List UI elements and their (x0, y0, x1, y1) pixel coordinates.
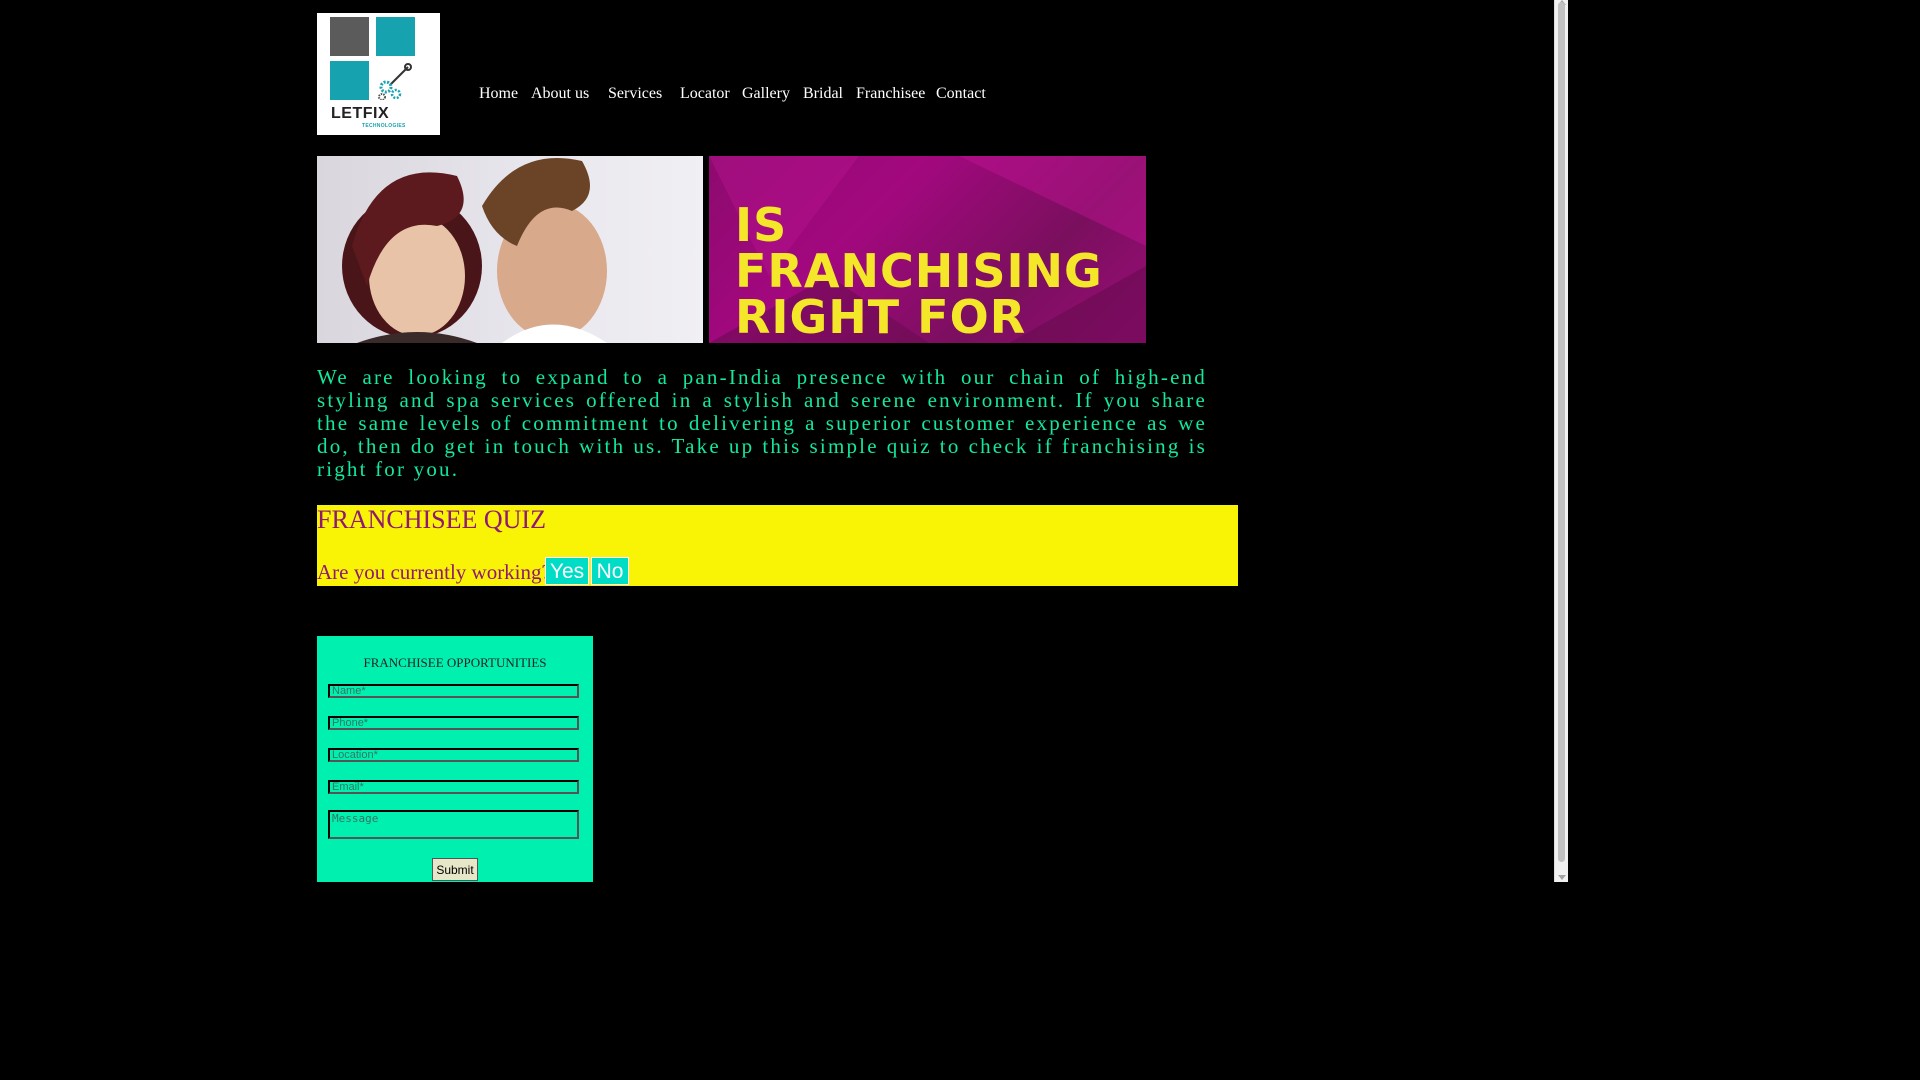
quiz-no-button[interactable]: No (591, 557, 629, 585)
franchise-banner: IS FRANCHISING RIGHT FOR YOU? (709, 156, 1146, 343)
franchise-intro-text: We are looking to expand to a pan-India … (317, 365, 1207, 481)
logo-square-teal (376, 17, 415, 56)
franchisee-quiz: FRANCHISEE QUIZ Are you currently workin… (317, 505, 1238, 586)
phone-field[interactable] (328, 716, 579, 730)
nav-locator[interactable]: Locator (680, 85, 730, 103)
logo-square-teal-lower (330, 61, 369, 100)
nav-contact[interactable]: Contact (936, 85, 986, 103)
banner-headline-line1: IS FRANCHISING (735, 198, 1103, 298)
banner-headline-line2: RIGHT FOR YOU? (735, 290, 1027, 343)
quiz-question: Are you currently working? (317, 560, 551, 584)
name-field[interactable] (328, 684, 579, 698)
nav-about-us[interactable]: About us (531, 85, 589, 103)
franchisee-opportunities-form: FRANCHISEE OPPORTUNITIES Submit (317, 636, 593, 882)
quiz-title: FRANCHISEE QUIZ (317, 505, 546, 534)
quiz-yes-button[interactable]: Yes (545, 557, 589, 585)
location-field[interactable] (328, 748, 579, 762)
hero-models-photo (317, 156, 703, 343)
nav-gallery[interactable]: Gallery (742, 85, 790, 103)
banner-headline: IS FRANCHISING RIGHT FOR YOU? (735, 202, 1146, 343)
gears-wrench-icon (376, 61, 415, 101)
page-scrollbar[interactable] (1554, 0, 1568, 882)
logo-brand-text: LETFIX (331, 105, 390, 122)
scrollbar-thumb[interactable] (1558, 2, 1565, 862)
form-title: FRANCHISEE OPPORTUNITIES (363, 655, 547, 670)
logo-sub-text: TECHNOLOGIES (362, 123, 406, 129)
nav-home[interactable]: Home (479, 85, 518, 103)
email-field[interactable] (328, 780, 579, 794)
letfix-logo[interactable]: LETFIX TECHNOLOGIES (317, 13, 440, 135)
submit-button[interactable]: Submit (432, 858, 478, 881)
logo-square-gray (330, 17, 369, 56)
scroll-down-icon[interactable] (1558, 875, 1566, 880)
nav-franchisee[interactable]: Franchisee (856, 85, 925, 103)
nav-services[interactable]: Services (608, 85, 662, 103)
nav-bridal[interactable]: Bridal (803, 85, 843, 103)
message-field[interactable] (328, 810, 579, 839)
